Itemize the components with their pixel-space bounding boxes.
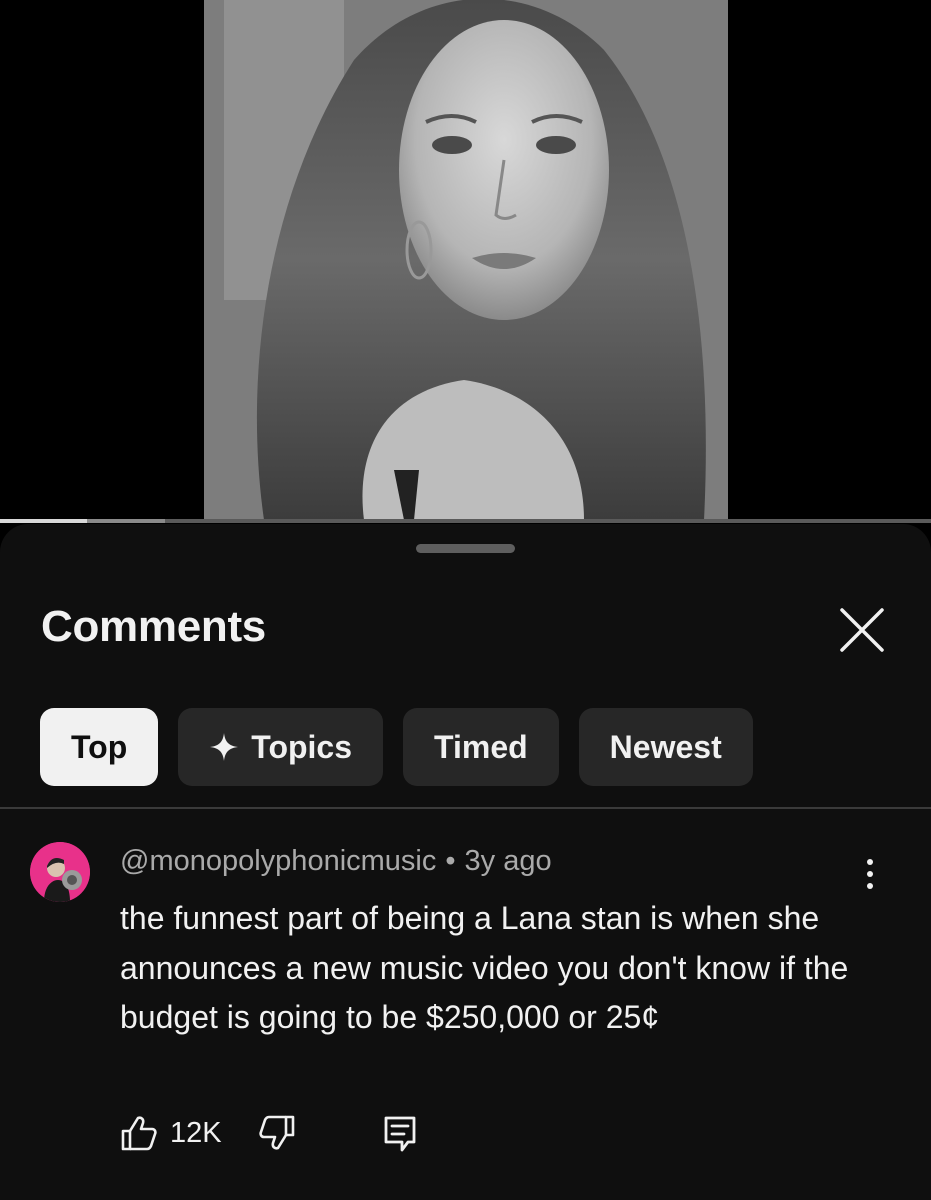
avatar-image [30, 842, 90, 902]
reply-button[interactable] [382, 1114, 418, 1154]
comments-sheet: Comments Top Topics Timed Newest @monopo… [0, 524, 931, 1200]
comment-author[interactable]: @monopolyphonicmusic [120, 845, 436, 877]
meta-separator: • [445, 845, 456, 877]
like-button[interactable]: 12K [120, 1114, 222, 1152]
filter-chip-label: Top [71, 728, 128, 765]
avatar[interactable] [30, 842, 90, 902]
filter-chip-topics[interactable]: Topics [178, 708, 384, 786]
video-player[interactable] [0, 0, 931, 524]
thumbs-up-icon [121, 1116, 157, 1151]
reply-comment-icon [384, 1116, 416, 1152]
video-played-bar [0, 519, 87, 523]
filter-chip-label: Topics [251, 728, 353, 765]
more-vertical-icon [867, 859, 873, 865]
sheet-drag-handle[interactable] [416, 544, 515, 553]
comments-title: Comments [41, 602, 266, 651]
comment-meta: @monopolyphonicmusic • 3y ago [120, 845, 552, 878]
filter-chip-label: Newest [609, 728, 722, 765]
dislike-button[interactable] [258, 1114, 296, 1152]
video-progress-bar[interactable] [0, 519, 931, 523]
video-thumbnail-image [204, 0, 728, 520]
filter-chip-newest[interactable]: Newest [578, 708, 753, 786]
sparkle-icon [209, 732, 239, 762]
comment-text: the funnest part of being a Lana stan is… [120, 900, 849, 1035]
comment-filter-chips: Top Topics Timed Newest [40, 708, 753, 786]
video-frame[interactable] [204, 0, 728, 520]
close-icon [840, 608, 884, 652]
filter-chip-timed[interactable]: Timed [403, 708, 559, 786]
comment-time: 3y ago [464, 845, 552, 877]
more-options-button[interactable] [850, 849, 890, 899]
thumbs-down-icon [259, 1115, 295, 1150]
close-button[interactable] [832, 600, 892, 660]
like-count: 12K [170, 1116, 222, 1149]
filter-chip-label: Timed [434, 728, 528, 765]
filter-chip-top[interactable]: Top [40, 708, 159, 786]
